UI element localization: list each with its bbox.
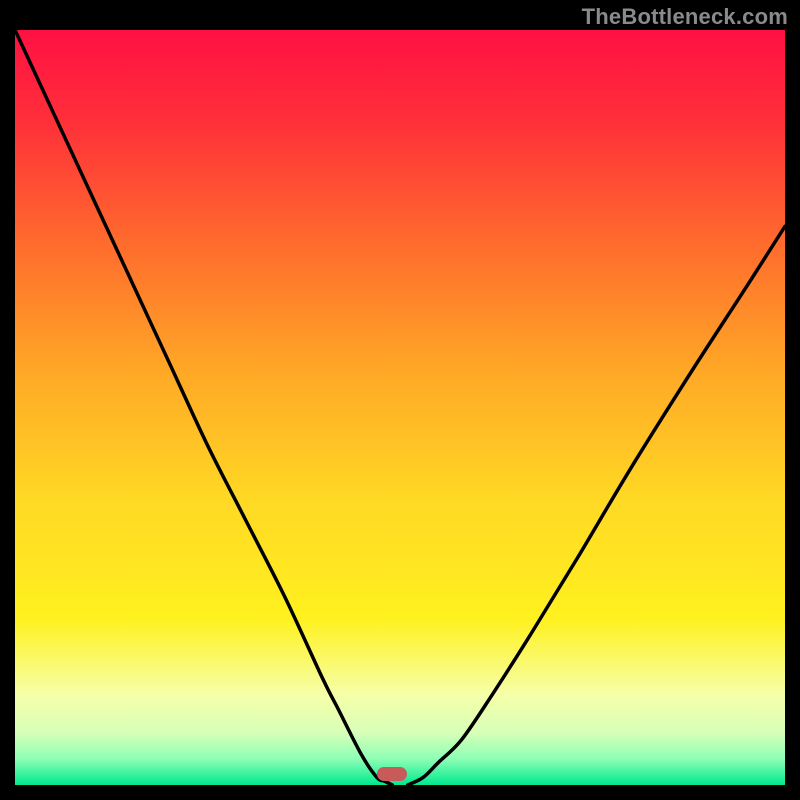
chart-frame: TheBottleneck.com <box>0 0 800 800</box>
right-curve <box>408 226 785 785</box>
plot-area <box>15 30 785 785</box>
bottleneck-marker <box>377 767 407 781</box>
curves-layer <box>15 30 785 785</box>
left-curve <box>15 30 392 785</box>
watermark-label: TheBottleneck.com <box>582 4 788 30</box>
